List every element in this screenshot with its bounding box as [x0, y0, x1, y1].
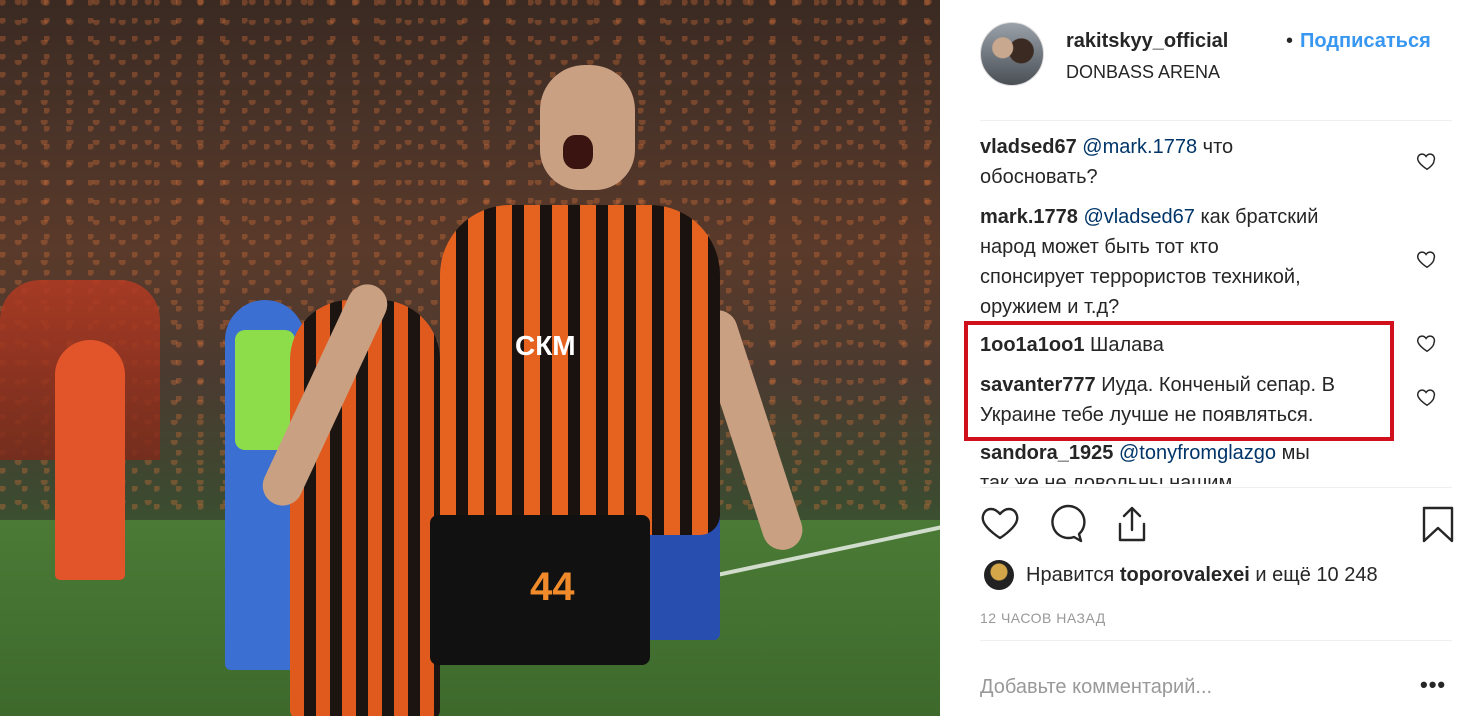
avatar[interactable]	[980, 22, 1044, 86]
bystander-orange	[55, 340, 125, 580]
header-divider	[980, 120, 1452, 121]
comment-text: так же не довольны нашим	[980, 472, 1233, 484]
comment-text: оружием и т.д?	[980, 296, 1120, 318]
share-icon[interactable]	[1112, 504, 1152, 544]
likes-user[interactable]: toporovalexei	[1120, 564, 1250, 586]
comment-like-heart-icon[interactable]	[1416, 248, 1438, 270]
highlight-box	[964, 321, 1394, 441]
celebrating-player: СКМ 44	[256, 65, 808, 665]
post-timestamp: 12 ЧАСОВ НАЗАД	[980, 610, 1106, 626]
follow-button[interactable]: Подписаться	[1300, 30, 1431, 53]
comment-item: sandora_1925 @tonyfromglazgo мы так же н…	[980, 438, 1410, 484]
footer-divider	[980, 640, 1452, 641]
username[interactable]: rakitskyy_official	[1066, 30, 1228, 53]
comment-username[interactable]: mark.1778	[980, 206, 1078, 228]
comment-mention[interactable]: @mark.1778	[1082, 136, 1197, 158]
comment-like-heart-icon[interactable]	[1416, 332, 1438, 354]
liker-avatar[interactable]	[984, 560, 1014, 590]
comment-text: спонсирует террористов техникой,	[980, 266, 1301, 288]
comment-icon[interactable]	[1046, 504, 1086, 544]
comment-text: обосновать?	[980, 166, 1098, 188]
action-bar	[980, 500, 1454, 550]
shirt-sponsor: СКМ	[515, 330, 576, 361]
comment-like-heart-icon[interactable]	[1416, 150, 1438, 172]
likes-suffix: и ещё 10 248	[1249, 564, 1378, 586]
location-link[interactable]: DONBASS ARENA	[1066, 62, 1220, 83]
more-options-icon[interactable]: •••	[1420, 672, 1446, 698]
player-shirt	[440, 205, 720, 535]
likes-text[interactable]: Нравится toporovalexei и ещё 10 248	[1026, 564, 1378, 587]
teammate	[290, 300, 440, 716]
comment-text: народ может быть тот кто	[980, 236, 1219, 258]
comment-item: mark.1778 @vladsed67 как братский народ …	[980, 202, 1410, 322]
bookmark-icon[interactable]	[1418, 504, 1458, 544]
comment-mention[interactable]: @vladsed67	[1083, 206, 1194, 228]
comment-username[interactable]: sandora_1925	[980, 442, 1113, 464]
comment-username[interactable]: vladsed67	[980, 136, 1077, 158]
post-header: rakitskyy_official • Подписаться DONBASS…	[980, 22, 1450, 92]
separator-dot: •	[1286, 30, 1294, 52]
shorts-number: 44	[530, 565, 575, 609]
add-comment-input[interactable]: Добавьте комментарий...	[980, 676, 1380, 699]
comment-item: vladsed67 @mark.1778 что обосновать?	[980, 132, 1410, 192]
comment-text: что	[1197, 136, 1234, 158]
comments-divider	[980, 487, 1452, 488]
likes-prefix: Нравится	[1026, 564, 1120, 586]
post-photo: СКМ 44	[0, 0, 940, 716]
heart-icon[interactable]	[980, 504, 1020, 544]
comment-text: как братский	[1194, 206, 1319, 228]
comment-like-heart-icon[interactable]	[1416, 386, 1438, 408]
comment-mention[interactable]: @tonyfromglazgo	[1119, 442, 1276, 464]
player-head	[540, 65, 635, 190]
player-mouth	[563, 135, 593, 169]
comment-text: мы	[1276, 442, 1310, 464]
likes-row: Нравится toporovalexei и ещё 10 248	[980, 558, 1452, 594]
